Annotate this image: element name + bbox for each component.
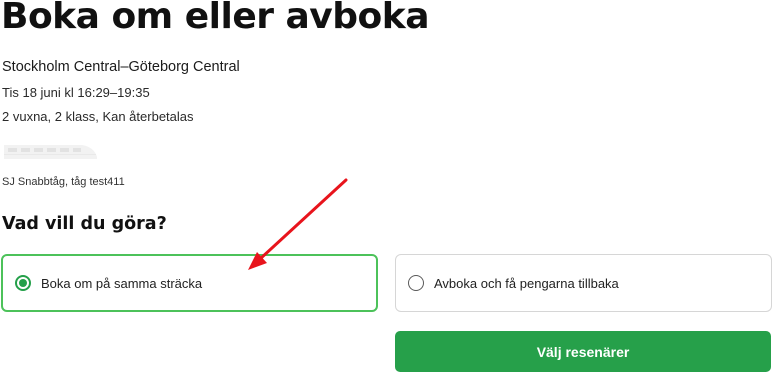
annotation-arrow-icon bbox=[248, 178, 348, 270]
trip-route: Stockholm Central–Göteborg Central bbox=[2, 59, 240, 75]
radio-unselected-icon[interactable] bbox=[408, 275, 424, 291]
page-title: Boka om eller avboka bbox=[1, 0, 430, 37]
option-rebook[interactable]: Boka om på samma sträcka bbox=[1, 254, 378, 312]
option-rebook-label: Boka om på samma sträcka bbox=[41, 275, 203, 291]
trip-passengers: 2 vuxna, 2 klass, Kan återbetalas bbox=[2, 109, 194, 124]
trip-datetime: Tis 18 juni kl 16:29–19:35 bbox=[2, 85, 150, 100]
choose-travelers-button[interactable]: Välj resenärer bbox=[395, 331, 771, 372]
option-cancel-label: Avboka och få pengarna tillbaka bbox=[434, 275, 619, 291]
train-image bbox=[4, 145, 97, 159]
radio-selected-icon[interactable] bbox=[15, 275, 31, 291]
train-label: SJ Snabbtåg, tåg test411 bbox=[2, 176, 125, 188]
question-heading: Vad vill du göra? bbox=[2, 214, 167, 234]
option-cancel[interactable]: Avboka och få pengarna tillbaka bbox=[395, 254, 772, 312]
